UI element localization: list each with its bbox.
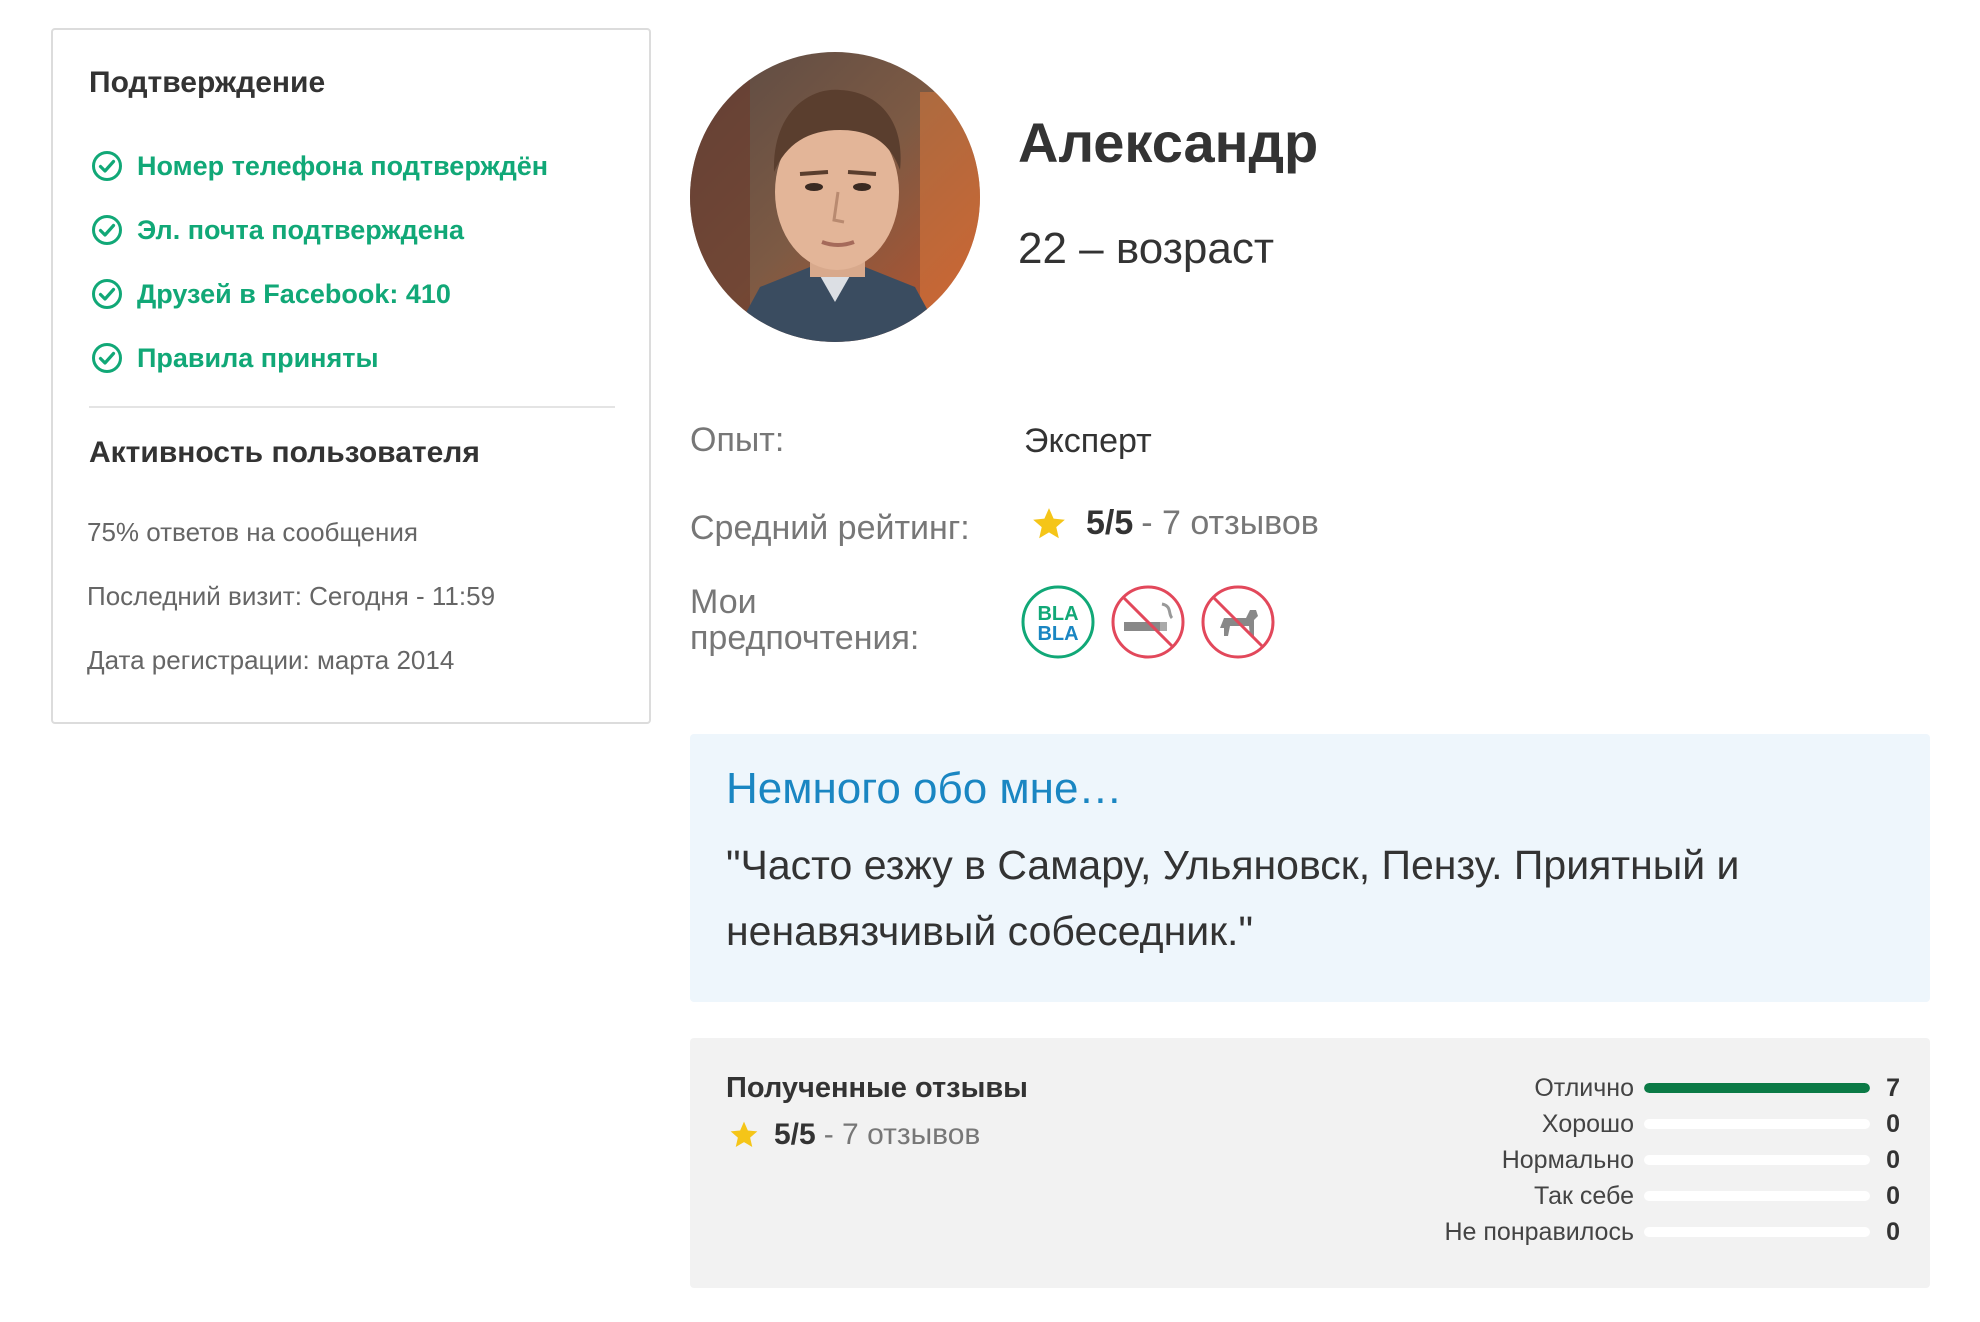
breakdown-bar: [1644, 1191, 1870, 1201]
breakdown-row-normal: Нормально 0: [1394, 1142, 1900, 1178]
breakdown-bar: [1644, 1155, 1870, 1165]
breakdown-count: 7: [1886, 1073, 1900, 1102]
reviews-section: Полученные отзывы 5/5 - 7 отзывов Отличн…: [690, 1038, 1930, 1288]
bla-text-bottom: BLA: [1037, 623, 1078, 645]
reviews-score: 5/5: [774, 1118, 816, 1151]
preferences-icons: BLA BLA: [1020, 584, 1290, 660]
reviews-breakdown: Отлично 7 Хорошо 0 Нормально 0 Так себе …: [1394, 1070, 1900, 1250]
verification-item-facebook: Друзей в Facebook: 410: [91, 262, 548, 326]
verification-list: Номер телефона подтверждён Эл. почта под…: [91, 134, 548, 390]
activity-last-visit: Последний визит: Сегодня - 11:59: [87, 581, 496, 611]
profile-age: 22 – возраст: [1018, 224, 1274, 273]
bla-bla-icon: BLA BLA: [1021, 585, 1095, 659]
about-section: Немного обо мне… "Часто езжу в Самару, У…: [690, 734, 1930, 1002]
breakdown-label: Так себе: [1534, 1181, 1634, 1210]
breakdown-bar: [1644, 1083, 1870, 1093]
verification-label: Номер телефона подтверждён: [137, 150, 549, 181]
activity-list: 75% ответов на сообщения Последний визит…: [87, 512, 495, 704]
breakdown-count: 0: [1886, 1217, 1900, 1246]
activity-response-rate: 75% ответов на сообщения: [87, 517, 418, 547]
no-pets-icon: [1201, 585, 1275, 659]
bla-text-top: BLA: [1037, 603, 1078, 625]
about-title: Немного обо мне…: [726, 764, 1123, 813]
avatar: [690, 52, 980, 342]
experience-label: Опыт:: [690, 421, 785, 459]
breakdown-label: Хорошо: [1541, 1109, 1634, 1138]
reviews-rating: 5/5 - 7 отзывов: [728, 1118, 980, 1152]
breakdown-label: Нормально: [1501, 1145, 1634, 1174]
rating-reviews-count: - 7 отзывов: [1141, 504, 1319, 542]
breakdown-row-disliked: Не понравилось 0: [1394, 1214, 1900, 1250]
verification-label: Правила приняты: [137, 342, 379, 373]
star-icon: [1033, 507, 1065, 538]
star-icon: [730, 1121, 758, 1147]
breakdown-count: 0: [1886, 1145, 1900, 1174]
breakdown-label: Отлично: [1534, 1073, 1634, 1102]
about-text: "Часто езжу в Самару, Ульяновск, Пензу. …: [726, 842, 1740, 954]
profile-page: Подтверждение Номер телефона подтверждён…: [0, 0, 1980, 1322]
verification-label: Друзей в Facebook: 410: [137, 278, 451, 309]
verification-item-rules: Правила приняты: [91, 326, 548, 390]
breakdown-bar: [1644, 1227, 1870, 1237]
preferences-label: Мои предпочтения:: [690, 583, 920, 657]
breakdown-label: Не понравилось: [1444, 1217, 1634, 1246]
verification-title: Подтверждение: [89, 66, 326, 99]
check-circle-icon: [92, 279, 122, 309]
avatar-photo: [690, 52, 980, 342]
breakdown-bar: [1644, 1119, 1870, 1129]
average-rating: 5/5 - 7 отзывов: [1030, 504, 1319, 543]
breakdown-bar-fill: [1644, 1083, 1870, 1093]
breakdown-row-so-so: Так себе 0: [1394, 1178, 1900, 1214]
breakdown-count: 0: [1886, 1109, 1900, 1138]
experience-value: Эксперт: [1024, 422, 1152, 460]
verification-item-phone: Номер телефона подтверждён: [91, 134, 548, 198]
verification-item-email: Эл. почта подтверждена: [91, 198, 548, 262]
breakdown-count: 0: [1886, 1181, 1900, 1210]
user-sidebar-card: Подтверждение Номер телефона подтверждён…: [51, 28, 651, 724]
breakdown-row-excellent: Отлично 7: [1394, 1070, 1900, 1106]
check-circle-icon: [92, 215, 122, 245]
rating-score: 5/5: [1086, 504, 1134, 542]
rating-label: Средний рейтинг:: [690, 509, 970, 547]
profile-name: Александр: [1018, 111, 1319, 174]
activity-title: Активность пользователя: [89, 436, 480, 469]
verification-label: Эл. почта подтверждена: [137, 214, 465, 245]
activity-registration-date: Дата регистрации: марта 2014: [87, 645, 455, 675]
no-smoking-icon: [1111, 585, 1185, 659]
breakdown-row-good: Хорошо 0: [1394, 1106, 1900, 1142]
divider: [89, 406, 615, 408]
check-circle-icon: [92, 151, 122, 181]
reviews-title: Полученные отзывы: [726, 1072, 1028, 1104]
reviews-count: - 7 отзывов: [823, 1118, 981, 1151]
check-circle-icon: [92, 343, 122, 373]
